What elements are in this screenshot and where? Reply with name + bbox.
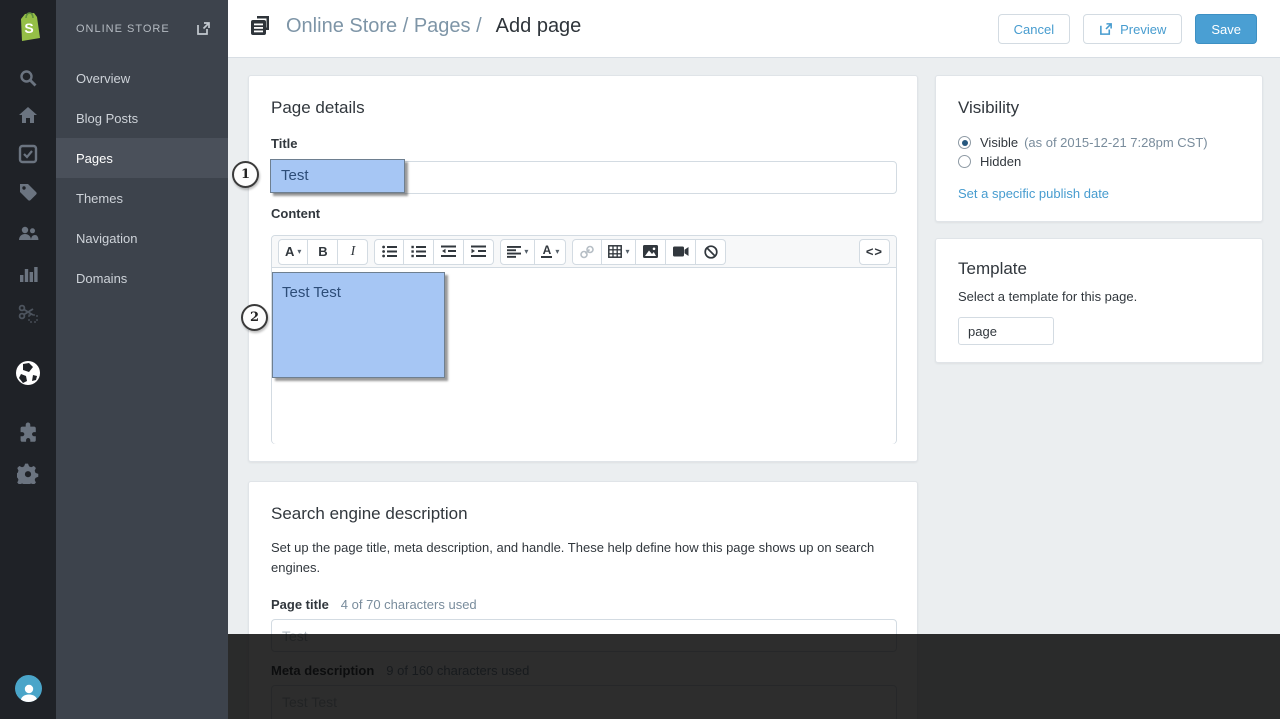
sidebar-header: ONLINE STORE (56, 0, 228, 57)
orders-icon[interactable] (0, 135, 56, 173)
online-store-icon[interactable] (0, 354, 56, 392)
insert-image-icon[interactable] (636, 238, 667, 265)
page-header: Online Store / Pages / Add page Cancel P… (228, 0, 1280, 58)
html-code-button[interactable]: <> (858, 238, 890, 265)
seo-description: Set up the page title, meta description,… (271, 540, 875, 575)
publish-date-link[interactable]: Set a specific publish date (958, 186, 1109, 201)
seo-page-title-row: Page title 4 of 70 characters used (271, 597, 477, 612)
seo-page-title-label: Page title (271, 597, 329, 612)
sidebar-item-pages[interactable]: Pages (56, 138, 228, 178)
indent-icon[interactable] (464, 238, 495, 265)
annotation-marker-2: 2 (241, 304, 268, 331)
font-style-label: A (285, 244, 295, 259)
header-actions: Cancel Preview Save (997, 14, 1257, 44)
title-label: Title (271, 136, 298, 151)
dim-overlay (228, 634, 1280, 719)
preview-button[interactable]: Preview (1083, 14, 1183, 44)
visibility-card: Visibility Visible (as of 2015-12-21 7:2… (935, 75, 1263, 222)
breadcrumb-links[interactable]: Online Store / Pages / (286, 15, 482, 38)
numbered-list-icon[interactable] (404, 238, 435, 265)
chevron-down-icon: ▾ (297, 247, 302, 256)
online-store-sidebar: ONLINE STORE Overview Blog Posts Pages T… (56, 0, 228, 719)
settings-icon[interactable] (0, 454, 56, 492)
reports-icon[interactable] (0, 255, 56, 293)
bold-button[interactable]: B (308, 238, 339, 265)
annotation-highlight-title: Test (270, 159, 405, 193)
annotation-highlight-content: Test Test (272, 272, 445, 378)
hidden-radio-label: Hidden (980, 154, 1022, 169)
sidebar-item-overview[interactable]: Overview (56, 58, 228, 98)
visible-radio-row[interactable]: Visible (as of 2015-12-21 7:28pm CST) (958, 135, 1208, 150)
hidden-radio[interactable] (958, 155, 971, 168)
align-dropdown[interactable]: ▾ (500, 238, 536, 265)
shopify-logo[interactable]: S (0, 0, 56, 56)
outdent-icon[interactable] (434, 238, 465, 265)
clear-formatting-icon[interactable] (696, 238, 727, 265)
editor-toolbar: A ▾ B I ▾ A ▾ ▾ <> (272, 236, 896, 268)
insert-video-icon[interactable] (666, 238, 697, 265)
sidebar-heading: ONLINE STORE (76, 22, 170, 35)
home-icon[interactable] (0, 96, 56, 134)
bullet-list-icon[interactable] (374, 238, 405, 265)
text-color-dropdown[interactable]: A ▾ (535, 238, 567, 265)
sidebar-item-navigation[interactable]: Navigation (56, 218, 228, 258)
visible-radio-label: Visible (980, 135, 1019, 150)
hidden-radio-row[interactable]: Hidden (958, 154, 1021, 169)
template-description: Select a template for this page. (958, 289, 1138, 304)
page-details-card: Page details Title Content A ▾ B I ▾ A ▾ ▾ (248, 75, 918, 462)
italic-label: I (350, 243, 356, 259)
template-input[interactable] (958, 317, 1054, 345)
external-link-icon[interactable] (196, 21, 212, 37)
link-icon[interactable] (572, 238, 603, 265)
visibility-heading: Visibility (958, 98, 1020, 117)
page-title: Add page (495, 14, 582, 37)
svg-text:S: S (24, 20, 33, 36)
search-icon[interactable] (0, 59, 56, 97)
chevron-down-icon: ▾ (524, 247, 529, 256)
chevron-down-icon: ▾ (625, 247, 630, 256)
seo-heading: Search engine description (271, 504, 468, 523)
cancel-button[interactable]: Cancel (997, 14, 1071, 44)
seo-page-title-count: 4 of 70 characters used (340, 597, 477, 612)
customers-icon[interactable] (0, 214, 56, 252)
sidebar-item-blog-posts[interactable]: Blog Posts (56, 98, 228, 138)
page-details-heading: Page details (271, 98, 365, 117)
sidebar-item-themes[interactable]: Themes (56, 178, 228, 218)
visible-radio[interactable] (958, 136, 971, 149)
discounts-icon[interactable] (0, 294, 56, 332)
preview-button-label: Preview (1120, 21, 1167, 37)
breadcrumb: Online Store / Pages / Add page (248, 14, 581, 38)
italic-button[interactable]: I (338, 238, 369, 265)
template-card: Template Select a template for this page… (935, 238, 1263, 363)
content-label: Content (271, 206, 321, 221)
apps-icon[interactable] (0, 414, 56, 452)
visible-radio-note: (as of 2015-12-21 7:28pm CST) (1024, 135, 1208, 150)
save-button[interactable]: Save (1195, 14, 1257, 44)
pages-doc-icon (248, 14, 272, 38)
table-dropdown[interactable]: ▾ (602, 238, 637, 265)
products-icon[interactable] (0, 173, 56, 211)
user-avatar[interactable] (15, 675, 42, 702)
text-color-glyph: A (541, 242, 553, 259)
app-icon-bar: S (0, 0, 56, 719)
sidebar-item-domains[interactable]: Domains (56, 258, 228, 298)
font-style-dropdown[interactable]: A ▾ (278, 238, 309, 265)
annotation-marker-1: 1 (232, 161, 259, 188)
chevron-down-icon: ▾ (555, 247, 560, 256)
template-heading: Template (958, 259, 1027, 278)
preview-external-icon (1099, 22, 1113, 36)
bold-label: B (318, 244, 328, 259)
